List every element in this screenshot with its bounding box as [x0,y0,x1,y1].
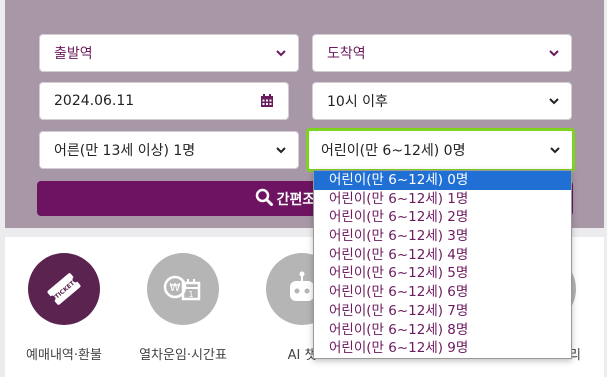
dropdown-option[interactable]: 어린이(만 6~12세) 2명 [314,208,571,227]
chevron-down-icon [276,145,286,155]
dropdown-option[interactable]: 어린이(만 6~12세) 4명 [314,246,571,265]
dropdown-option[interactable]: 어린이(만 6~12세) 8명 [314,321,571,340]
menu-item-fares[interactable]: ₩ 1 열차운임·시간표 [133,253,233,363]
chevron-down-icon [549,48,559,58]
adult-count-select[interactable]: 어른(만 13세 이상) 1명 [39,131,299,169]
search-icon [255,188,273,210]
train-search-screen: 출발역 도착역 2024.06.11 10시 이후 어른(만 13세 이상) 1… [0,0,607,377]
ticket-icon: TICKET [28,253,100,325]
time-select[interactable]: 10시 이후 [312,82,572,120]
chevron-down-icon [276,48,286,58]
dropdown-option[interactable]: 어린이(만 6~12세) 9명 [314,339,571,358]
date-picker[interactable]: 2024.06.11 [39,82,289,120]
child-count-value: 어린이(만 6~12세) 0명 [321,143,466,159]
quick-search-label: 간편조 [276,191,316,208]
svg-text:₩: ₩ [170,281,181,294]
chevron-down-icon [550,145,560,155]
chevron-down-icon [549,96,559,106]
arrival-value: 도착역 [327,46,366,62]
departure-select[interactable]: 출발역 [39,34,299,72]
arrival-select[interactable]: 도착역 [312,34,572,72]
dropdown-option[interactable]: 어린이(만 6~12세) 6명 [314,283,571,302]
dropdown-option[interactable]: 어린이(만 6~12세) 5명 [314,264,571,283]
dropdown-option[interactable]: 어린이(만 6~12세) 3명 [314,227,571,246]
child-count-select[interactable]: 어린이(만 6~12세) 0명 [306,128,575,172]
menu-item-label: 예매내역·환불 [26,348,102,363]
fare-calendar-icon: ₩ 1 [147,253,219,325]
dropdown-option[interactable]: 어린이(만 6~12세) 7명 [314,302,571,321]
menu-item-label: 열차운임·시간표 [139,348,227,363]
departure-value: 출발역 [54,46,93,62]
menu-item-reservations[interactable]: TICKET 예매내역·환불 [14,253,114,363]
adult-count-value: 어른(만 13세 이상) 1명 [54,143,196,159]
date-value: 2024.06.11 [54,93,135,109]
dropdown-option[interactable]: 어린이(만 6~12세) 1명 [314,190,571,209]
time-value: 10시 이후 [327,94,388,110]
calendar-icon[interactable] [260,94,274,108]
child-count-dropdown[interactable]: 어린이(만 6~12세) 0명 어린이(만 6~12세) 1명 어린이(만 6~… [313,170,572,359]
svg-text:1: 1 [188,290,193,299]
dropdown-option[interactable]: 어린이(만 6~12세) 0명 [314,171,571,190]
